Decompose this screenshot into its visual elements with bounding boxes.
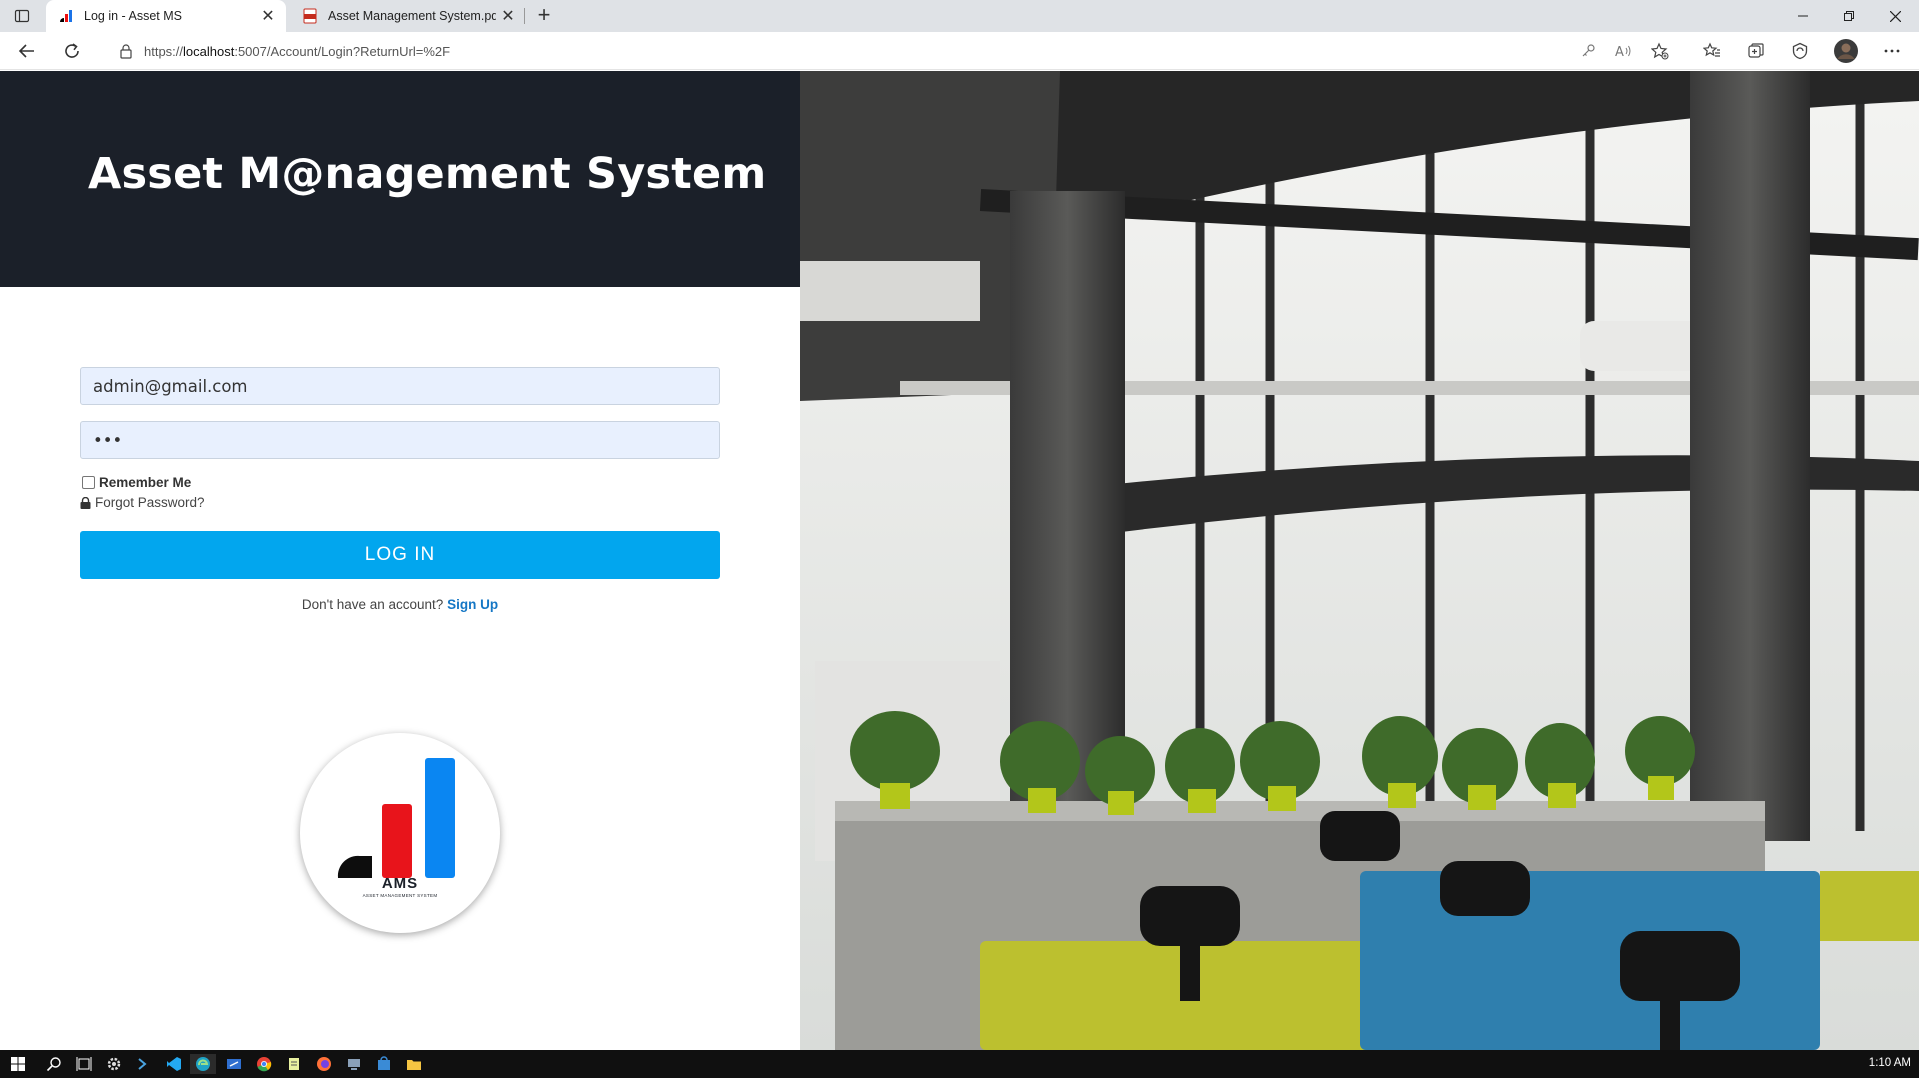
office-background-image	[800, 71, 1919, 1050]
pdf-icon	[302, 8, 318, 24]
windows-start-icon[interactable]	[8, 1054, 28, 1074]
remember-me-label: Remember Me	[99, 475, 192, 490]
task-view-icon[interactable]	[74, 1054, 94, 1074]
key-icon[interactable]	[1574, 37, 1602, 65]
network-app-icon[interactable]	[344, 1054, 364, 1074]
url-path: :5007/Account/Login?ReturnUrl=%2F	[234, 43, 451, 59]
add-favorite-icon[interactable]	[1646, 37, 1674, 65]
address-bar[interactable]: https://localhost:5007/Account/Login?Ret…	[108, 36, 1608, 66]
terminal-icon[interactable]	[134, 1054, 154, 1074]
more-options-icon[interactable]	[1878, 37, 1906, 65]
login-button[interactable]: LOG IN	[80, 531, 720, 579]
logo-subtext: ASSET MANAGEMENT SYSTEM	[362, 893, 438, 898]
page-header: Asset M@nagement System	[0, 71, 800, 287]
windows-taskbar: 1:10 AM	[0, 1050, 1919, 1078]
app-store-icon[interactable]	[374, 1054, 394, 1074]
signup-prompt-text: Don't have an account?	[301, 597, 444, 612]
login-page: Asset M@nagement System admin@gmail.com …	[0, 71, 1919, 1050]
bar-logo-icon	[337, 758, 455, 878]
collections-icon[interactable]	[1742, 37, 1770, 65]
remember-me-checkbox[interactable]	[82, 476, 95, 489]
edge-icon[interactable]	[190, 1054, 216, 1074]
close-tab-icon[interactable]: ✕	[256, 4, 280, 28]
read-aloud-icon[interactable]: A	[1610, 37, 1638, 65]
lock-icon	[80, 496, 91, 509]
browser-toolbar: https://localhost:5007/Account/Login?Ret…	[0, 32, 1919, 70]
profile-avatar[interactable]	[1832, 37, 1860, 65]
page-title: Asset M@nagement System	[88, 149, 767, 199]
tab-login[interactable]: Log in - Asset MS ✕	[46, 0, 286, 32]
tab-pdf[interactable]: Asset Management System.pdf ✕	[290, 0, 526, 32]
vscode-icon[interactable]	[164, 1054, 184, 1074]
forgot-password-link[interactable]: Forgot Password?	[80, 495, 205, 510]
notepad-icon[interactable]	[284, 1054, 304, 1074]
refresh-button[interactable]	[58, 37, 86, 65]
search-icon[interactable]	[44, 1054, 64, 1074]
settings-icon[interactable]	[104, 1054, 124, 1074]
tab-title: Asset Management System.pdf	[328, 9, 496, 23]
close-window-button[interactable]	[1872, 0, 1918, 32]
firefox-icon[interactable]	[314, 1054, 334, 1074]
browser-tab-strip: Log in - Asset MS ✕ Asset Management Sys…	[0, 0, 1919, 32]
chrome-icon[interactable]	[254, 1054, 274, 1074]
favorites-icon[interactable]	[1698, 37, 1726, 65]
url-scheme: https://	[144, 43, 184, 59]
system-clock: 1:10 AM	[1868, 1057, 1911, 1069]
url-host: localhost	[183, 43, 235, 59]
tab-title: Log in - Asset MS	[84, 9, 182, 23]
login-panel: Asset M@nagement System admin@gmail.com …	[0, 71, 800, 1050]
signup-prompt: Don't have an account? Sign Up	[0, 597, 800, 612]
new-tab-button[interactable]: +	[532, 4, 556, 28]
email-field[interactable]: admin@gmail.com	[80, 367, 720, 405]
signup-link[interactable]: Sign Up	[447, 597, 498, 612]
ams-favicon-icon	[58, 8, 74, 24]
tab-divider	[524, 8, 525, 24]
lock-icon[interactable]	[118, 43, 134, 59]
remember-me[interactable]: Remember Me	[82, 475, 191, 490]
back-button[interactable]	[13, 37, 41, 65]
remote-desktop-icon[interactable]	[224, 1054, 244, 1074]
minimize-button[interactable]	[1780, 0, 1826, 32]
browser-essentials-icon[interactable]	[1786, 37, 1814, 65]
close-tab-icon[interactable]: ✕	[496, 4, 520, 28]
ams-logo: AMS ASSET MANAGEMENT SYSTEM	[300, 733, 500, 933]
password-field[interactable]: •••	[80, 421, 720, 459]
file-explorer-icon[interactable]	[404, 1054, 424, 1074]
svg-text:A: A	[1615, 45, 1624, 59]
tab-actions-icon[interactable]	[14, 8, 30, 24]
logo-text: AMS	[381, 875, 419, 892]
restore-button[interactable]	[1826, 0, 1872, 32]
forgot-password-label: Forgot Password?	[95, 495, 205, 510]
